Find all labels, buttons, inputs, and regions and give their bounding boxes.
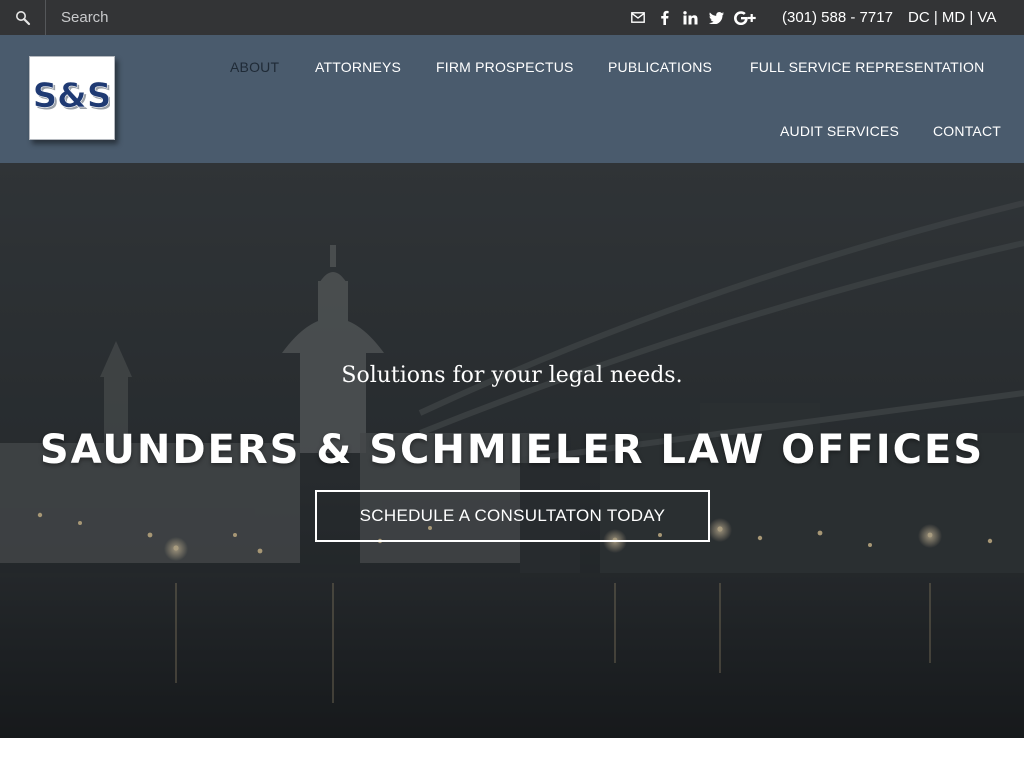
google-plus-link[interactable] (729, 0, 761, 35)
social-links (625, 0, 761, 35)
top-bar: (301) 588 - 7717 DC | MD | VA (0, 0, 1024, 35)
hero-title: SAUNDERS & SCHMIELER LAW OFFICES (39, 427, 985, 473)
mail-icon (631, 12, 645, 23)
mail-link[interactable] (625, 0, 651, 35)
nav-publications[interactable]: PUBLICATIONS (608, 59, 712, 75)
search-button[interactable] (0, 0, 46, 35)
hero-banner: Solutions for your legal needs. SAUNDERS… (0, 163, 1024, 738)
schedule-consultation-button[interactable]: SCHEDULE A CONSULTATON TODAY (315, 490, 710, 542)
logo-mark: S&S S&S (34, 76, 110, 118)
facebook-icon (660, 10, 669, 25)
twitter-link[interactable] (703, 0, 729, 35)
linkedin-link[interactable] (677, 0, 703, 35)
search-input[interactable] (46, 0, 346, 35)
linkedin-icon (682, 10, 697, 24)
firm-logo[interactable]: S&S S&S (29, 56, 115, 140)
nav-attorneys[interactable]: ATTORNEYS (315, 59, 401, 75)
nav-contact[interactable]: CONTACT (933, 123, 1001, 139)
nav-firm-prospectus[interactable]: FIRM PROSPECTUS (436, 59, 574, 75)
site-header: S&S S&S ABOUT ATTORNEYS FIRM PROSPECTUS … (0, 35, 1024, 163)
nav-audit-services[interactable]: AUDIT SERVICES (780, 123, 899, 139)
search-icon (15, 10, 30, 25)
logo-text: S&S (34, 76, 110, 116)
google-plus-icon (734, 10, 756, 25)
service-region: DC | MD | VA (908, 9, 997, 26)
nav-full-service-representation[interactable]: FULL SERVICE REPRESENTATION (750, 59, 984, 75)
nav-about[interactable]: ABOUT (230, 59, 279, 75)
twitter-icon (708, 11, 724, 24)
hero-tagline: Solutions for your legal needs. (341, 363, 683, 388)
phone-number[interactable]: (301) 588 - 7717 (782, 9, 893, 26)
facebook-link[interactable] (651, 0, 677, 35)
